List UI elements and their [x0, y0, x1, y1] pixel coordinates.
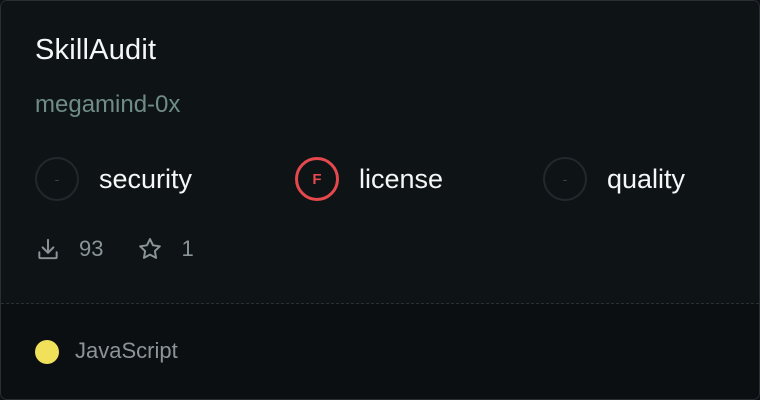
license-grade-badge: F [295, 157, 339, 201]
language-color-dot [35, 340, 59, 364]
card-footer: JavaScript [1, 304, 759, 399]
metric-label-license: license [359, 163, 444, 194]
downloads-stat: 93 [35, 236, 103, 262]
card-owner[interactable]: megamind-0x [35, 91, 180, 119]
card-body: SkillAudit megamind-0x - security F lice… [1, 1, 759, 303]
stars-stat: 1 [137, 236, 194, 262]
quality-grade-badge: - [543, 157, 587, 201]
stars-count: 1 [181, 236, 194, 261]
star-icon [139, 238, 162, 259]
downloads-count: 93 [79, 236, 104, 261]
card-stats: 93 1 [35, 233, 228, 265]
metric-quality: - quality [543, 155, 685, 203]
metric-label-security: security [99, 163, 193, 194]
metric-label-quality: quality [607, 163, 686, 194]
metric-security: - security [35, 155, 192, 203]
language-name: JavaScript [75, 338, 178, 363]
card-title[interactable]: SkillAudit [35, 34, 156, 67]
security-grade-badge: - [35, 157, 79, 201]
download-icon [38, 238, 58, 260]
metric-license: F license [295, 155, 443, 203]
skill-card[interactable]: SkillAudit megamind-0x - security F lice… [0, 0, 760, 400]
